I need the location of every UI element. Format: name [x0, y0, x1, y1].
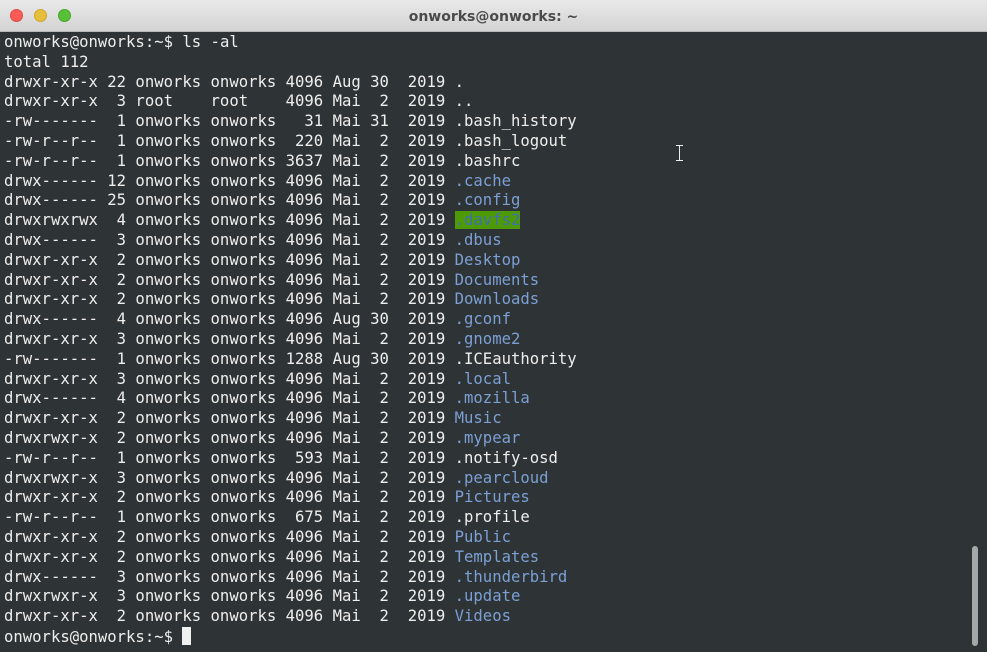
listing-row: drwxr-xr-x 2 onworks onworks 4096 Mai 2 … — [4, 488, 968, 508]
listing-row: -rw-r--r-- 1 onworks onworks 675 Mai 2 2… — [4, 508, 968, 528]
row-meta: drwxrwxr-x 3 onworks onworks 4096 Mai 2 … — [4, 587, 455, 606]
directory-name: Desktop — [454, 250, 521, 269]
directory-name: .local — [454, 369, 511, 388]
row-meta: drwxr-xr-x 3 onworks onworks 4096 Mai 2 … — [4, 369, 455, 388]
row-meta: drwx------ 4 onworks onworks 4096 Mai 2 … — [4, 389, 455, 408]
directory-name: .thunderbird — [454, 567, 568, 586]
listing-row: drwxrwxr-x 3 onworks onworks 4096 Mai 2 … — [4, 469, 968, 489]
listing-row: drwx------ 3 onworks onworks 4096 Mai 2 … — [4, 568, 968, 588]
listing-row: drwxr-xr-x 2 onworks onworks 4096 Mai 2 … — [4, 409, 968, 429]
file-name: .profile — [454, 508, 530, 527]
directory-name: Videos — [454, 607, 511, 626]
listing-row: drwxr-xr-x 2 onworks onworks 4096 Mai 2 … — [4, 607, 968, 627]
row-meta: drwx------ 3 onworks onworks 4096 Mai 2 … — [4, 567, 455, 586]
file-name: .bash_history — [454, 112, 577, 131]
directory-name: .gnome2 — [454, 329, 521, 348]
scrollbar[interactable] — [969, 32, 981, 652]
directory-name: .pearcloud — [454, 468, 549, 487]
total-line: total 112 — [4, 52, 89, 71]
listing-row: drwxrwxrwx 4 onworks onworks 4096 Mai 2 … — [4, 211, 968, 231]
directory-name: .update — [454, 587, 521, 606]
directory-name: .dbus — [454, 230, 502, 249]
title-bar[interactable]: onworks@onworks: ~ — [0, 0, 987, 32]
directory-name: Pictures — [454, 488, 530, 507]
row-meta: drwxr-xr-x 2 onworks onworks 4096 Mai 2 … — [4, 290, 455, 309]
listing-row: drwxr-xr-x 22 onworks onworks 4096 Aug 3… — [4, 73, 968, 93]
listing-row: drwxr-xr-x 2 onworks onworks 4096 Mai 2 … — [4, 290, 968, 310]
listing-row: drwxr-xr-x 3 onworks onworks 4096 Mai 2 … — [4, 370, 968, 390]
row-meta: -rw-r--r-- 1 onworks onworks 593 Mai 2 2… — [4, 448, 455, 467]
row-meta: -rw-r--r-- 1 onworks onworks 3637 Mai 2 … — [4, 151, 455, 170]
row-meta: -rw------- 1 onworks onworks 1288 Aug 30… — [4, 349, 455, 368]
listing-row: -rw-r--r-- 1 onworks onworks 593 Mai 2 2… — [4, 449, 968, 469]
directory-name: .mypear — [454, 428, 521, 447]
listing-row: drwxr-xr-x 2 onworks onworks 4096 Mai 2 … — [4, 528, 968, 548]
terminal-window: onworks@onworks: ~ onworks@onworks:~$ ls… — [0, 0, 987, 652]
row-meta: drwxr-xr-x 3 root root 4096 Mai 2 2019 — [4, 92, 455, 111]
listing-row: drwx------ 4 onworks onworks 4096 Mai 2 … — [4, 389, 968, 409]
listing-row: drwxr-xr-x 2 onworks onworks 4096 Mai 2 … — [4, 271, 968, 291]
row-meta: drwxr-xr-x 2 onworks onworks 4096 Mai 2 … — [4, 270, 455, 289]
row-meta: -rw-r--r-- 1 onworks onworks 220 Mai 2 2… — [4, 131, 455, 150]
final-prompt: onworks@onworks:~$ — [4, 627, 183, 646]
listing-row: drwx------ 3 onworks onworks 4096 Mai 2 … — [4, 231, 968, 251]
row-meta: -rw------- 1 onworks onworks 31 Mai 31 2… — [4, 112, 455, 131]
listing-row: drwxrwxr-x 2 onworks onworks 4096 Mai 2 … — [4, 429, 968, 449]
listing-row: drwx------ 25 onworks onworks 4096 Mai 2… — [4, 191, 968, 211]
terminal-cursor — [182, 626, 192, 645]
row-meta: drwxr-xr-x 2 onworks onworks 4096 Mai 2 … — [4, 250, 455, 269]
file-name: .ICEauthority — [454, 349, 577, 368]
listing-row: drwxr-xr-x 2 onworks onworks 4096 Mai 2 … — [4, 548, 968, 568]
row-meta: drwxr-xr-x 3 onworks onworks 4096 Mai 2 … — [4, 329, 455, 348]
row-meta: drwxrwxr-x 2 onworks onworks 4096 Mai 2 … — [4, 428, 455, 447]
listing-row: drwx------ 12 onworks onworks 4096 Mai 2… — [4, 172, 968, 192]
row-meta: drwx------ 3 onworks onworks 4096 Mai 2 … — [4, 230, 455, 249]
command-line: onworks@onworks:~$ ls -al — [4, 33, 968, 53]
row-meta: drwxr-xr-x 22 onworks onworks 4096 Aug 3… — [4, 72, 455, 91]
listing-row: drwxrwxr-x 3 onworks onworks 4096 Mai 2 … — [4, 587, 968, 607]
directory-name: .mozilla — [454, 389, 530, 408]
row-meta: drwxr-xr-x 2 onworks onworks 4096 Mai 2 … — [4, 527, 455, 546]
directory-name: .gconf — [454, 310, 511, 329]
row-meta: drwxr-xr-x 2 onworks onworks 4096 Mai 2 … — [4, 409, 455, 428]
final-prompt-line: onworks@onworks:~$ — [4, 626, 968, 647]
listing-row: -rw------- 1 onworks onworks 31 Mai 31 2… — [4, 112, 968, 132]
directory-name: Downloads — [454, 290, 540, 309]
listing-row: drwxr-xr-x 2 onworks onworks 4096 Mai 2 … — [4, 251, 968, 271]
row-meta: drwxr-xr-x 2 onworks onworks 4096 Mai 2 … — [4, 607, 455, 626]
directory-name: Public — [454, 527, 511, 546]
listing-row: -rw-r--r-- 1 onworks onworks 3637 Mai 2 … — [4, 152, 968, 172]
directory-name: Documents — [454, 270, 540, 289]
scrollbar-thumb[interactable] — [972, 546, 978, 646]
file-name: .. — [454, 92, 474, 111]
row-meta: drwxr-xr-x 2 onworks onworks 4096 Mai 2 … — [4, 488, 455, 507]
prompt: onworks@onworks:~$ — [4, 33, 173, 51]
listing-row: drwx------ 4 onworks onworks 4096 Aug 30… — [4, 310, 968, 330]
row-meta: drwx------ 25 onworks onworks 4096 Mai 2… — [4, 191, 455, 210]
listing-row: drwxr-xr-x 3 onworks onworks 4096 Mai 2 … — [4, 330, 968, 350]
row-meta: drwxrwxr-x 3 onworks onworks 4096 Mai 2 … — [4, 468, 455, 487]
directory-name: Music — [454, 409, 502, 428]
directory-name: Templates — [454, 547, 540, 566]
listing-row: -rw-r--r-- 1 onworks onworks 220 Mai 2 2… — [4, 132, 968, 152]
row-meta: drwx------ 12 onworks onworks 4096 Mai 2… — [4, 171, 455, 190]
row-meta: -rw-r--r-- 1 onworks onworks 675 Mai 2 2… — [4, 508, 455, 527]
directory-name: .davfs2 — [454, 211, 521, 230]
command-text: ls -al — [173, 33, 239, 51]
directory-name: .config — [454, 191, 521, 210]
listing-row: -rw------- 1 onworks onworks 1288 Aug 30… — [4, 350, 968, 370]
file-name: .bashrc — [454, 151, 521, 170]
file-name: .bash_logout — [454, 131, 568, 150]
directory-name: .cache — [454, 171, 511, 190]
window-title: onworks@onworks: ~ — [408, 9, 579, 25]
text-cursor-icon — [676, 145, 683, 161]
terminal-output[interactable]: onworks@onworks:~$ ls -al total 112 drwx… — [0, 32, 968, 652]
row-meta: drwxrwxrwx 4 onworks onworks 4096 Mai 2 … — [4, 211, 455, 230]
row-meta: drwxr-xr-x 2 onworks onworks 4096 Mai 2 … — [4, 547, 455, 566]
file-name: .notify-osd — [454, 448, 558, 467]
row-meta: drwx------ 4 onworks onworks 4096 Aug 30… — [4, 310, 455, 329]
listing-row: drwxr-xr-x 3 root root 4096 Mai 2 2019 .… — [4, 92, 968, 112]
file-name: . — [454, 72, 465, 91]
